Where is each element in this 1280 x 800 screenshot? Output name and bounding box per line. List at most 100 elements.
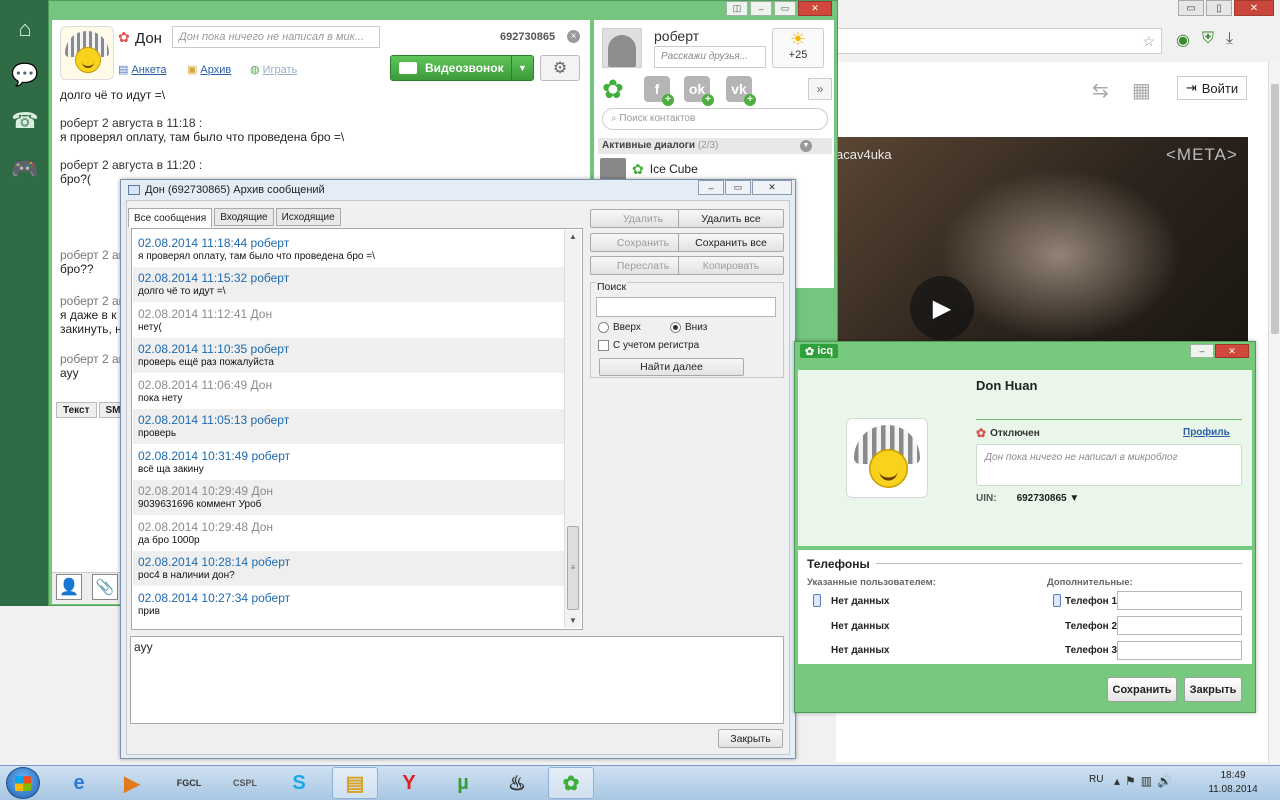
filter-sliders-icon[interactable]: ⇆ — [1092, 78, 1109, 103]
minimize-button[interactable]: – — [750, 1, 772, 16]
tab-text[interactable]: Текст — [56, 402, 97, 418]
phone-icon[interactable]: ☎ — [10, 106, 40, 136]
scroll-down-icon[interactable]: ▼ — [565, 614, 581, 628]
tab-outgoing[interactable]: Исходящие — [275, 208, 341, 226]
play-link[interactable]: ◍ Играть — [250, 63, 297, 77]
archive-search-input[interactable] — [596, 297, 776, 317]
profile-close-button[interactable]: ✕ — [1215, 344, 1249, 358]
chevron-down-icon[interactable]: ▼ — [800, 140, 812, 152]
profile-page-link[interactable]: Профиль — [1183, 427, 1230, 438]
yandex-browser-icon[interactable]: Y — [386, 767, 432, 799]
chevron-down-icon[interactable]: ▼ — [511, 56, 533, 80]
archive-link[interactable]: ▣ Архив — [187, 63, 231, 77]
layout-toggle-button[interactable]: ◫ — [726, 1, 748, 16]
scroll-up-icon[interactable]: ▲ — [565, 230, 581, 244]
maximize-button[interactable]: ▭ — [774, 1, 796, 16]
bookmark-star-icon[interactable]: ☆ — [1142, 33, 1155, 50]
phone-2-input[interactable] — [1117, 616, 1242, 635]
utorrent-icon[interactable]: µ — [440, 767, 486, 799]
archive-message[interactable]: 02.08.2014 11:05:13 роберт проверь — [133, 409, 566, 444]
archive-message[interactable]: 02.08.2014 10:28:14 роберт рос4 в наличии… — [133, 551, 566, 586]
archive-message[interactable]: 02.08.2014 10:31:49 роберт всё ща закину — [133, 445, 566, 480]
grid-menu-icon[interactable]: ▦ — [1132, 78, 1151, 103]
browser-minimize-button[interactable]: ▭ — [1178, 0, 1204, 16]
archive-minimize-button[interactable]: – — [698, 180, 724, 195]
start-button[interactable] — [6, 767, 40, 799]
archive-scrollbar[interactable]: ▲ ≡ ▼ — [564, 230, 581, 628]
archive-close-dialog-button[interactable]: Закрыть — [718, 729, 783, 748]
profile-save-button[interactable]: Сохранить — [1107, 677, 1177, 702]
case-sensitive-checkbox[interactable]: С учетом регистра — [598, 340, 699, 351]
paperclip-icon[interactable]: 📎 — [92, 574, 118, 600]
tray-arrow-icon[interactable]: ▴ — [1114, 774, 1120, 788]
contact-avatar[interactable] — [60, 26, 114, 80]
icq-flower-icon[interactable]: ✿ — [602, 76, 624, 102]
archive-message[interactable]: 02.08.2014 11:12:41 Дон нету( — [133, 303, 566, 338]
fgcl-app-icon[interactable]: FGCL — [166, 767, 212, 799]
microblog-field[interactable]: Дон пока ничего не написал в мик... — [172, 26, 380, 48]
gamepad-icon[interactable]: 🎮 — [10, 154, 40, 184]
archive-message[interactable]: 02.08.2014 11:18:44 роберт я проверял опл… — [133, 232, 566, 267]
weather-widget[interactable]: ☀ +25 — [772, 28, 824, 68]
play-icon[interactable]: ▶ — [910, 276, 974, 340]
phone-1-input[interactable] — [1117, 591, 1242, 610]
archive-message[interactable]: 02.08.2014 10:29:49 Дон 9039631696 коммен… — [133, 480, 566, 515]
archive-maximize-button[interactable]: ▭ — [725, 180, 751, 195]
my-status-input[interactable]: Расскажи друзья... — [654, 46, 766, 68]
cspl-app-icon[interactable]: CSPL — [222, 767, 268, 799]
network-icon[interactable]: ▥ — [1141, 774, 1152, 788]
radio-up[interactable]: Вверх — [598, 322, 641, 333]
flag-icon[interactable]: ⚑ — [1125, 774, 1136, 788]
chevron-down-icon[interactable]: ▼ — [1069, 493, 1079, 504]
contact-search-input[interactable]: ⌕ Поиск контактов — [602, 108, 828, 130]
archive-message[interactable]: 02.08.2014 11:06:49 Дон пока нету — [133, 374, 566, 409]
archive-close-button[interactable]: ✕ — [752, 180, 792, 195]
tab-incoming[interactable]: Входящие — [214, 208, 274, 226]
active-dialogs-header[interactable]: Активные диалоги (2/3) ▼ — [598, 138, 832, 154]
download-icon[interactable]: ⤓ — [1226, 30, 1233, 50]
volume-icon[interactable]: 🔊 — [1157, 774, 1172, 788]
browser-close-button[interactable]: ✕ — [1234, 0, 1274, 16]
profile-close-dialog-button[interactable]: Закрыть — [1184, 677, 1242, 702]
contact-list-item[interactable]: ✿ Ice Cube — [600, 158, 698, 180]
delete-all-button[interactable]: Удалить все — [678, 209, 784, 228]
skype-icon[interactable]: S — [276, 767, 322, 799]
add-facebook-icon[interactable]: f + — [644, 76, 674, 106]
steam-icon[interactable]: ♨ — [494, 767, 540, 799]
profile-minimize-button[interactable]: – — [1190, 344, 1214, 358]
close-button[interactable]: ✕ — [798, 1, 832, 16]
archive-message[interactable]: 02.08.2014 10:27:34 роберт прив — [133, 587, 566, 622]
address-bar[interactable]: ☆ — [820, 28, 1162, 54]
icq-taskbar-icon[interactable]: ✿ — [548, 767, 594, 799]
tab-all-messages[interactable]: Все сообщения — [128, 208, 213, 228]
close-chat-icon[interactable]: × — [567, 30, 580, 43]
page-scrollbar[interactable] — [1268, 62, 1280, 762]
profile-uin[interactable]: UIN: 692730865 ▼ — [976, 493, 1079, 504]
add-vk-icon[interactable]: vk + — [726, 76, 756, 106]
gear-icon[interactable]: ⚙ — [540, 55, 580, 81]
copy-button[interactable]: Копировать — [678, 256, 784, 275]
browser-maximize-button[interactable]: ▯ — [1206, 0, 1232, 16]
chat-bubbles-icon[interactable]: 💬 — [10, 60, 40, 90]
user-icon[interactable]: 👤 — [56, 574, 82, 600]
save-all-button[interactable]: Сохранить все — [678, 233, 784, 252]
archive-message[interactable]: 02.08.2014 11:10:35 роберт проверь ещё ра… — [133, 338, 566, 373]
system-clock[interactable]: 18:49 11.08.2014 — [1200, 769, 1266, 797]
find-next-button[interactable]: Найти далее — [599, 358, 744, 376]
internet-explorer-icon[interactable]: e — [56, 767, 102, 799]
shield-icon[interactable]: ⛨ — [1202, 30, 1214, 50]
radio-down[interactable]: Вниз — [670, 322, 707, 333]
language-indicator[interactable]: RU — [1089, 774, 1103, 785]
home-icon[interactable]: ⌂ — [10, 14, 40, 44]
media-player-icon[interactable]: ▶ — [109, 767, 155, 799]
scroll-thumb[interactable]: ≡ — [567, 526, 579, 610]
login-button[interactable]: ⇥ Войти — [1177, 76, 1247, 100]
my-avatar[interactable] — [602, 28, 642, 68]
more-networks-button[interactable]: » — [808, 78, 832, 100]
video-call-button[interactable]: Видеозвонок ▼ — [390, 55, 534, 81]
archive-message[interactable]: 02.08.2014 11:15:32 роберт долго чё то ид… — [133, 267, 566, 302]
extension-icon[interactable]: ◉ — [1176, 30, 1190, 50]
archive-message[interactable]: 02.08.2014 10:29:48 Дон да бро 1000р — [133, 516, 566, 551]
add-odnoklassniki-icon[interactable]: ok + — [684, 76, 714, 106]
explorer-folder-icon[interactable]: ▤ — [332, 767, 378, 799]
